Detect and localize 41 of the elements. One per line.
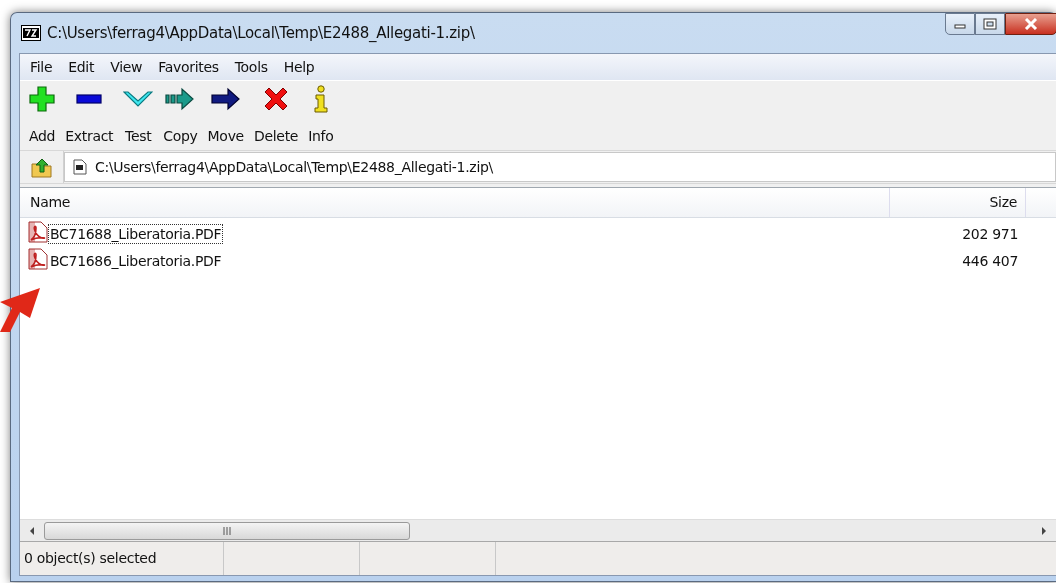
minimize-button[interactable]: [945, 13, 975, 35]
pdf-file-icon: [28, 221, 48, 243]
menu-item[interactable]: Help: [275, 59, 323, 75]
address-field[interactable]: C:\Users\ferrag4\AppData\Local\Temp\E2488_Allegati-1.zip\: [64, 152, 1056, 182]
restore-icon: [983, 18, 997, 30]
close-icon: [1024, 18, 1038, 30]
app-icon: [21, 25, 41, 41]
menu-item[interactable]: Tools: [226, 59, 276, 75]
info-icon: [312, 85, 329, 113]
window-title: C:\Users\ferrag4\AppData\Local\Temp\E2488_Allegati-1.zip\: [47, 24, 475, 42]
scrollbar-thumb[interactable]: [44, 521, 410, 540]
toolbar-button[interactable]: Extract: [60, 82, 119, 144]
annotation-arrow: [0, 288, 42, 332]
arrow-right-icon: [210, 87, 241, 111]
checkmark-icon: [123, 90, 154, 108]
column-header[interactable]: Size: [890, 188, 1026, 217]
maximize-button[interactable]: [975, 13, 1005, 35]
menu-item[interactable]: Edit: [60, 59, 103, 75]
status-text: 0 object(s) selected: [20, 542, 224, 575]
close-button[interactable]: [1005, 13, 1056, 35]
toolbar-button[interactable]: Move: [202, 82, 249, 144]
menu-item[interactable]: View: [102, 59, 151, 75]
plus-icon: [29, 86, 56, 112]
file-size: 202 971: [961, 225, 1018, 242]
archive-icon: [73, 159, 87, 175]
menu-item[interactable]: File: [22, 59, 61, 75]
menu-item[interactable]: Favorites: [150, 59, 227, 75]
file-name[interactable]: BC71688_Liberatoria.PDF: [48, 223, 224, 244]
toolbar-button[interactable]: Test: [118, 82, 159, 144]
file-size: 446 407: [961, 252, 1018, 269]
folder-up-icon: [30, 156, 53, 178]
minus-icon: [76, 93, 103, 105]
toolbar-button[interactable]: Add: [24, 82, 61, 144]
column-header[interactable]: Name: [20, 188, 890, 217]
pdf-file-icon: [28, 248, 48, 270]
toolbar-button[interactable]: Copy: [158, 82, 203, 144]
cross-icon: [263, 86, 290, 112]
toolbar-button[interactable]: Info: [303, 82, 339, 144]
toolbar-button[interactable]: Delete: [248, 82, 304, 144]
file-name[interactable]: BC71686_Liberatoria.PDF: [48, 250, 224, 271]
arrow-right-icon: [165, 87, 196, 111]
